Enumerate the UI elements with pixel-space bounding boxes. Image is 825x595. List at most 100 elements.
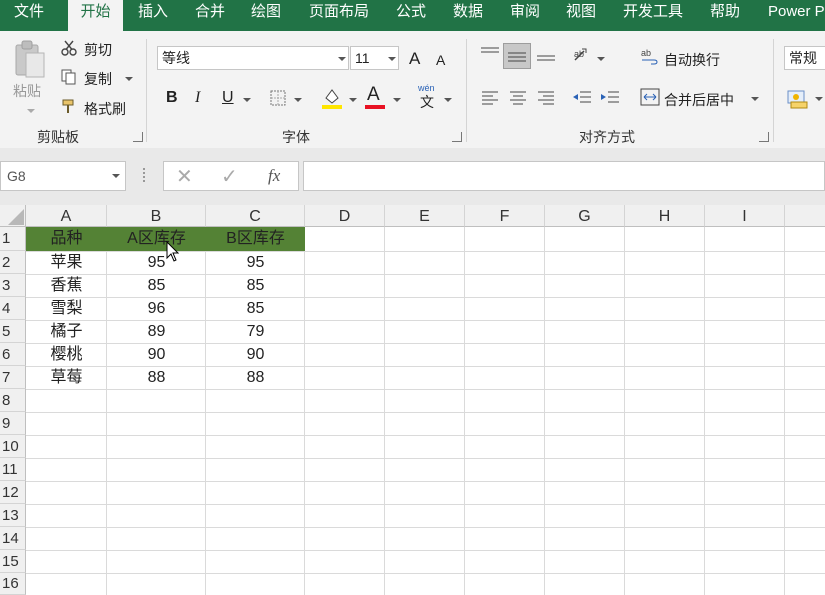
cancel-entry-button[interactable]: ✕	[176, 164, 193, 189]
insert-function-button[interactable]: fx	[268, 166, 280, 186]
cell-c3[interactable]: 85	[206, 274, 305, 297]
row-header-3[interactable]: 3	[0, 274, 26, 297]
column-header-f[interactable]: F	[465, 205, 545, 227]
align-middle-icon[interactable]	[503, 43, 531, 69]
worksheet-grid[interactable]: A B C D E F G H I 1 2 3 4 5 6 7 8 9 10 1…	[0, 205, 825, 595]
cell-c5[interactable]: 79	[206, 320, 305, 343]
column-header-d[interactable]: D	[305, 205, 385, 227]
cell-b6[interactable]: 90	[107, 343, 206, 366]
column-header-h[interactable]: H	[625, 205, 705, 227]
align-bottom-icon[interactable]	[536, 46, 556, 64]
increase-indent-icon[interactable]	[600, 89, 620, 105]
formula-input[interactable]	[303, 161, 825, 191]
font-color-dropdown-icon[interactable]	[393, 98, 401, 102]
row-header-15[interactable]: 15	[0, 550, 26, 573]
decrease-indent-icon[interactable]	[572, 89, 592, 105]
align-left-icon[interactable]	[481, 89, 499, 105]
accounting-dropdown-icon[interactable]	[815, 97, 823, 101]
grow-font-button[interactable]: A	[409, 49, 420, 69]
tab-insert[interactable]: 插入	[138, 0, 168, 31]
name-box[interactable]: G8	[0, 161, 126, 191]
cell-a3[interactable]: 香蕉	[26, 274, 107, 297]
cell-b1[interactable]: A区库存	[107, 227, 206, 251]
tab-data[interactable]: 数据	[453, 0, 483, 31]
phonetic-dropdown-icon[interactable]	[444, 98, 452, 102]
borders-dropdown-icon[interactable]	[294, 98, 302, 102]
borders-icon[interactable]	[270, 90, 286, 106]
align-top-icon[interactable]	[480, 46, 500, 62]
paste-dropdown-icon[interactable]	[27, 109, 35, 113]
tab-file[interactable]: 文件	[14, 0, 44, 31]
cell-b7[interactable]: 88	[107, 366, 206, 389]
fill-color-icon[interactable]	[321, 86, 343, 110]
cell-c7[interactable]: 88	[206, 366, 305, 389]
paste-button[interactable]: 粘贴	[13, 81, 41, 101]
align-right-icon[interactable]	[537, 89, 555, 105]
tab-view[interactable]: 视图	[566, 0, 596, 31]
row-header-4[interactable]: 4	[0, 297, 26, 320]
enter-button[interactable]: ✓	[221, 164, 238, 189]
orientation-icon[interactable]: ab	[572, 46, 594, 64]
tab-formulas[interactable]: 公式	[396, 0, 426, 31]
row-header-11[interactable]: 11	[0, 458, 26, 481]
column-header-j[interactable]	[785, 205, 825, 227]
number-format-combo[interactable]: 常规	[784, 46, 825, 70]
cut-button[interactable]: 剪切	[84, 40, 112, 60]
format-painter-button[interactable]: 格式刷	[84, 99, 126, 119]
accounting-format-icon[interactable]	[787, 88, 809, 110]
row-header-9[interactable]: 9	[0, 412, 26, 435]
italic-button[interactable]: I	[195, 89, 200, 107]
cell-c1[interactable]: B区库存	[206, 227, 305, 251]
column-header-i[interactable]: I	[705, 205, 785, 227]
row-header-13[interactable]: 13	[0, 504, 26, 527]
tab-merge[interactable]: 合并	[195, 0, 225, 31]
row-header-6[interactable]: 6	[0, 343, 26, 366]
row-header-5[interactable]: 5	[0, 320, 26, 343]
underline-button[interactable]: U	[222, 89, 234, 107]
align-center-icon[interactable]	[509, 89, 527, 105]
phonetic-guide-button[interactable]: 文	[420, 92, 434, 112]
cell-c6[interactable]: 90	[206, 343, 305, 366]
alignment-launcher-icon[interactable]	[759, 132, 769, 142]
tab-developer[interactable]: 开发工具	[623, 0, 683, 31]
name-box-dropdown-icon[interactable]	[112, 174, 120, 178]
cell-c4[interactable]: 85	[206, 297, 305, 320]
tab-help[interactable]: 帮助	[710, 0, 740, 31]
column-header-c[interactable]: C	[206, 205, 305, 227]
wrap-text-button[interactable]: 自动换行	[664, 50, 720, 70]
row-header-2[interactable]: 2	[0, 251, 26, 274]
shrink-font-button[interactable]: A	[436, 52, 445, 68]
row-header-7[interactable]: 7	[0, 366, 26, 389]
row-header-1[interactable]: 1	[0, 227, 26, 251]
paste-icon[interactable]	[12, 39, 48, 81]
select-all-corner[interactable]	[0, 205, 26, 227]
tab-home[interactable]: 开始	[68, 0, 123, 31]
tab-review[interactable]: 审阅	[510, 0, 540, 31]
row-header-16[interactable]: 16	[0, 573, 26, 595]
row-header-10[interactable]: 10	[0, 435, 26, 458]
cell-a2[interactable]: 苹果	[26, 251, 107, 274]
font-color-button[interactable]: A	[367, 84, 380, 106]
row-header-12[interactable]: 12	[0, 481, 26, 504]
cell-a7[interactable]: 草莓	[26, 366, 107, 389]
column-header-a[interactable]: A	[26, 205, 107, 227]
tab-power-pivot[interactable]: Power P	[768, 0, 825, 31]
row-header-8[interactable]: 8	[0, 389, 26, 412]
tab-draw[interactable]: 绘图	[251, 0, 281, 31]
column-header-e[interactable]: E	[385, 205, 465, 227]
underline-dropdown-icon[interactable]	[243, 98, 251, 102]
orientation-dropdown-icon[interactable]	[597, 57, 605, 61]
cell-c2[interactable]: 95	[206, 251, 305, 274]
fill-color-dropdown-icon[interactable]	[349, 98, 357, 102]
formula-bar-splitter[interactable]	[143, 168, 148, 182]
row-header-14[interactable]: 14	[0, 527, 26, 550]
cell-a4[interactable]: 雪梨	[26, 297, 107, 320]
copy-button[interactable]: 复制	[84, 69, 112, 89]
bold-button[interactable]: B	[166, 89, 178, 107]
column-header-b[interactable]: B	[107, 205, 206, 227]
font-size-dropdown-icon[interactable]	[388, 57, 396, 61]
cell-a6[interactable]: 樱桃	[26, 343, 107, 366]
column-header-g[interactable]: G	[545, 205, 625, 227]
font-name-combo[interactable]: 等线	[157, 46, 349, 70]
merge-center-button[interactable]: 合并后居中	[664, 90, 734, 110]
